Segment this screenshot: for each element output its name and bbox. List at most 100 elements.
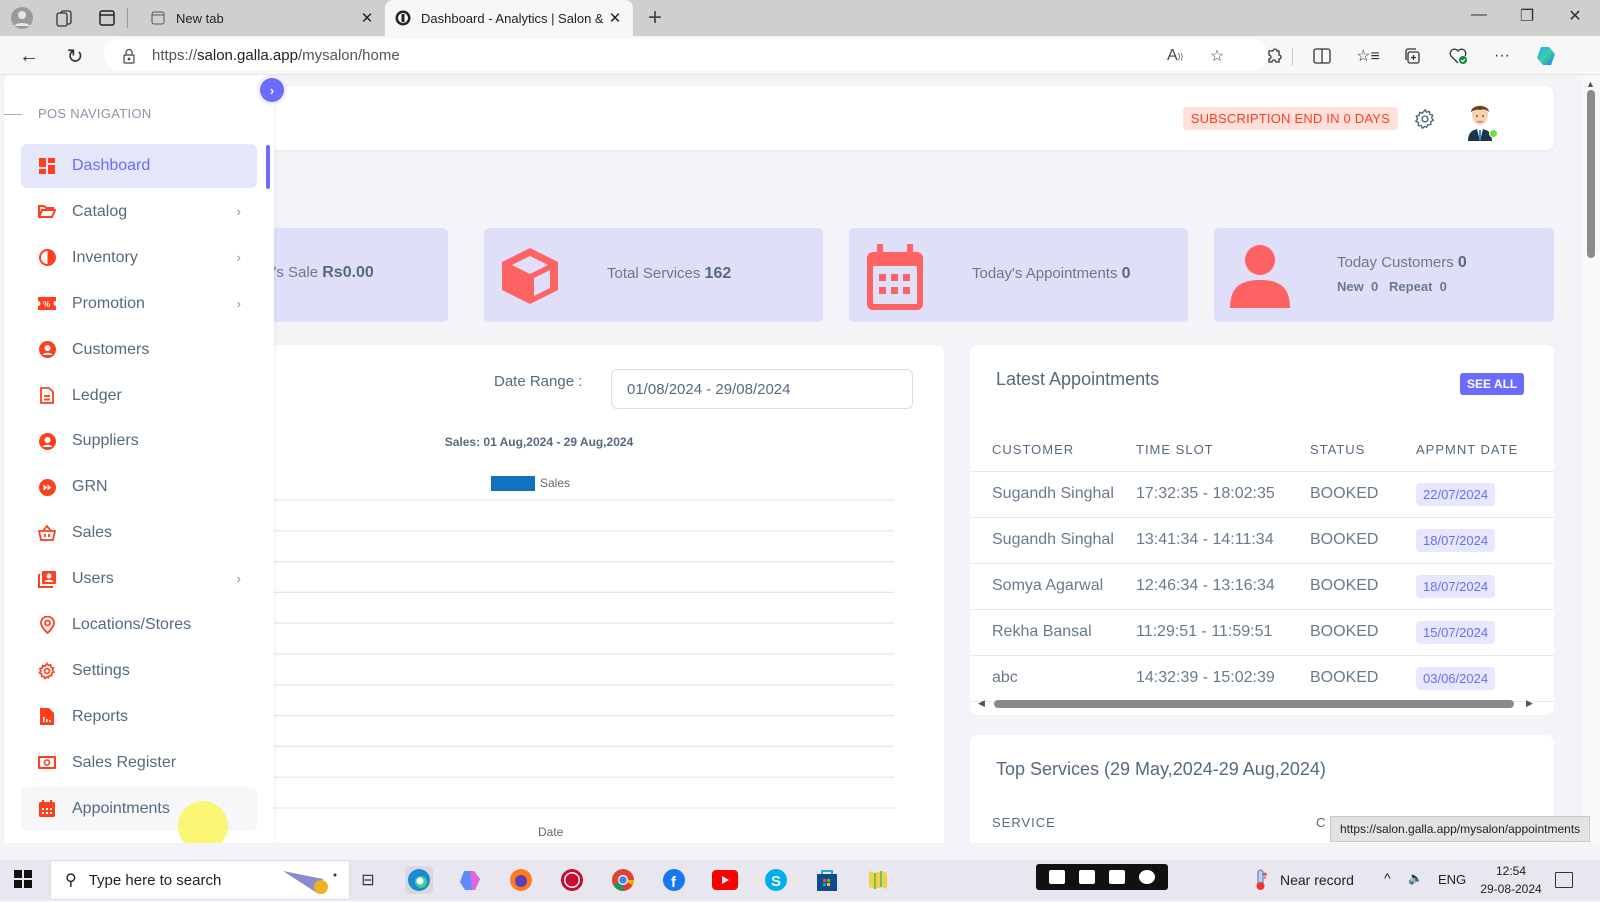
- table-row[interactable]: Sugandh Singhal 17:32:35 - 18:02:35 BOOK…: [970, 471, 1554, 518]
- task-view-icon[interactable]: ⊟: [354, 866, 382, 894]
- weather-text[interactable]: Near record: [1280, 872, 1354, 888]
- firefox-taskbar-icon[interactable]: [507, 866, 535, 894]
- url-domain: salon.galla.app: [197, 46, 298, 64]
- sidebar-item-catalog[interactable]: Catalog ›: [21, 190, 257, 234]
- sidebar-item-inventory[interactable]: Inventory ›: [21, 236, 257, 280]
- url-text[interactable]: https://salon.galla.app/mysalon/home: [152, 47, 400, 64]
- tab-dashboard[interactable]: Dashboard - Analytics | Salon & S ✕: [385, 0, 633, 36]
- window-capture-icon[interactable]: [1109, 870, 1125, 884]
- sidebar-item-users[interactable]: Users ›: [21, 557, 257, 601]
- new-customers-value: 0: [1370, 279, 1379, 294]
- read-aloud-icon[interactable]: A)): [1164, 45, 1186, 67]
- collections-icon[interactable]: [1400, 44, 1424, 68]
- date-range-input[interactable]: [611, 369, 913, 409]
- scrollbar-thumb[interactable]: [994, 700, 1514, 708]
- thermometer-icon[interactable]: [1254, 869, 1268, 896]
- favorite-star-icon[interactable]: ☆: [1206, 45, 1228, 67]
- show-hidden-icons-chevron-icon[interactable]: ^: [1384, 870, 1391, 886]
- extensions-icon[interactable]: [1262, 44, 1286, 68]
- scroll-left-arrow-icon[interactable]: ◀: [978, 698, 985, 709]
- tab-new-tab[interactable]: New tab ✕: [140, 0, 385, 36]
- legend-label-sales[interactable]: Sales: [540, 476, 570, 490]
- more-options-icon[interactable]: ···: [1490, 44, 1514, 68]
- chrome-taskbar-icon[interactable]: [609, 866, 637, 894]
- facebook-taskbar-icon[interactable]: f: [660, 866, 688, 894]
- sidebar-item-sales-register[interactable]: Sales Register: [21, 741, 257, 785]
- toolbar-divider: [1292, 48, 1293, 66]
- total-services-value: 162: [704, 265, 732, 282]
- sidebar-item-customers[interactable]: Customers: [21, 328, 257, 372]
- windows-start-icon[interactable]: [14, 870, 34, 890]
- favorites-icon[interactable]: ☆≡: [1356, 44, 1380, 68]
- sidebar-item-ledger[interactable]: Ledger: [21, 374, 257, 418]
- sidebar-item-dashboard[interactable]: Dashboard: [21, 144, 257, 188]
- copilot-icon[interactable]: [1534, 44, 1558, 68]
- table-horizontal-scrollbar[interactable]: ◀ ▶: [970, 697, 1554, 711]
- taskbar-search-box[interactable]: ⚲ Type here to search: [50, 860, 350, 900]
- edge-taskbar-icon[interactable]: [405, 866, 433, 894]
- language-indicator[interactable]: ENG: [1438, 872, 1466, 887]
- sidebar-item-settings[interactable]: Settings: [21, 649, 257, 693]
- video-icon[interactable]: [1079, 870, 1095, 884]
- clock-time[interactable]: 12:54: [1481, 864, 1541, 878]
- sidebar-item-grn[interactable]: GRN: [21, 465, 257, 509]
- table-row[interactable]: Sugandh Singhal 13:41:34 - 14:11:34 BOOK…: [970, 517, 1554, 564]
- chevron-right-icon: ›: [260, 78, 284, 102]
- refresh-button[interactable]: ↻: [62, 43, 88, 69]
- repeat-customers-label: Repeat: [1389, 279, 1433, 294]
- table-row[interactable]: abc 14:32:39 - 15:02:39 BOOKED 03/06/202…: [970, 655, 1554, 702]
- camera-icon[interactable]: [1049, 870, 1065, 884]
- browser-tab-bar: New tab ✕ Dashboard - Analytics | Salon …: [0, 0, 1600, 36]
- notifications-icon[interactable]: [1555, 872, 1573, 888]
- sidebar-item-label: Reports: [72, 707, 129, 725]
- status-cell: BOOKED: [1310, 517, 1416, 564]
- see-all-button[interactable]: SEE ALL: [1460, 373, 1525, 395]
- speaker-icon[interactable]: 🔈: [1408, 871, 1423, 885]
- heading-divider: [4, 114, 22, 115]
- settings-gear-icon[interactable]: [1414, 108, 1436, 130]
- minimize-button[interactable]: —: [1464, 6, 1494, 24]
- profile-icon[interactable]: [10, 6, 34, 30]
- total-services-text: Total Services 162: [607, 265, 731, 283]
- address-bar[interactable]: https://salon.galla.app/mysalon/home A))…: [104, 39, 1268, 71]
- split-screen-icon[interactable]: [1310, 44, 1334, 68]
- screen-capture-toolbar[interactable]: [1036, 864, 1168, 890]
- clock-date[interactable]: 29-08-2024: [1473, 882, 1549, 896]
- page-vertical-scrollbar[interactable]: ▲: [1582, 75, 1600, 843]
- scrollbar-thumb[interactable]: [1587, 90, 1595, 258]
- copilot-taskbar-icon[interactable]: [456, 866, 484, 894]
- workspaces-icon[interactable]: [52, 6, 76, 30]
- app-taskbar-icon[interactable]: [864, 866, 892, 894]
- skype-taskbar-icon[interactable]: S: [762, 866, 790, 894]
- sidebar-item-promotion[interactable]: % Promotion ›: [21, 282, 257, 326]
- table-row[interactable]: Rekha Bansal 11:29:51 - 11:59:51 BOOKED …: [970, 609, 1554, 656]
- close-tab-icon[interactable]: ✕: [359, 9, 375, 27]
- column-header-count: C: [1316, 815, 1327, 830]
- close-window-button[interactable]: ✕: [1560, 6, 1590, 26]
- stat-card-today-customers: Today Customers 0 New 0 Repeat 0: [1214, 228, 1554, 322]
- close-tab-icon[interactable]: ✕: [607, 9, 623, 27]
- column-header-appointment-date: APPMNT DATE: [1416, 429, 1554, 472]
- table-row[interactable]: Somya Agarwal 12:46:34 - 13:16:34 BOOKED…: [970, 563, 1554, 610]
- sidebar-item-locations-stores[interactable]: Locations/Stores: [21, 603, 257, 647]
- new-tab-button[interactable]: +: [648, 4, 662, 32]
- browser-essentials-icon[interactable]: [1446, 44, 1470, 68]
- lock-icon[interactable]: [122, 48, 136, 64]
- store-taskbar-icon[interactable]: [813, 866, 841, 894]
- sidebar-item-sales[interactable]: Sales: [21, 511, 257, 555]
- record-taskbar-icon[interactable]: [558, 866, 586, 894]
- legend-swatch-sales[interactable]: [491, 476, 535, 491]
- sidebar-toggle-button[interactable]: ›: [257, 75, 287, 105]
- scroll-up-arrow-icon[interactable]: ▲: [1586, 79, 1595, 89]
- user-circle-icon: [38, 341, 56, 359]
- scroll-right-arrow-icon[interactable]: ▶: [1526, 698, 1533, 709]
- capture-settings-icon[interactable]: [1139, 870, 1155, 884]
- back-button[interactable]: ←: [16, 43, 42, 69]
- vertical-tabs-icon[interactable]: [95, 6, 119, 30]
- search-placeholder: Type here to search: [88, 871, 222, 889]
- contacts-icon: [38, 570, 56, 588]
- youtube-taskbar-icon[interactable]: [711, 866, 739, 894]
- sidebar-item-reports[interactable]: Reports: [21, 695, 257, 739]
- sidebar-item-suppliers[interactable]: Suppliers: [21, 419, 257, 463]
- restore-button[interactable]: ❐: [1512, 6, 1542, 26]
